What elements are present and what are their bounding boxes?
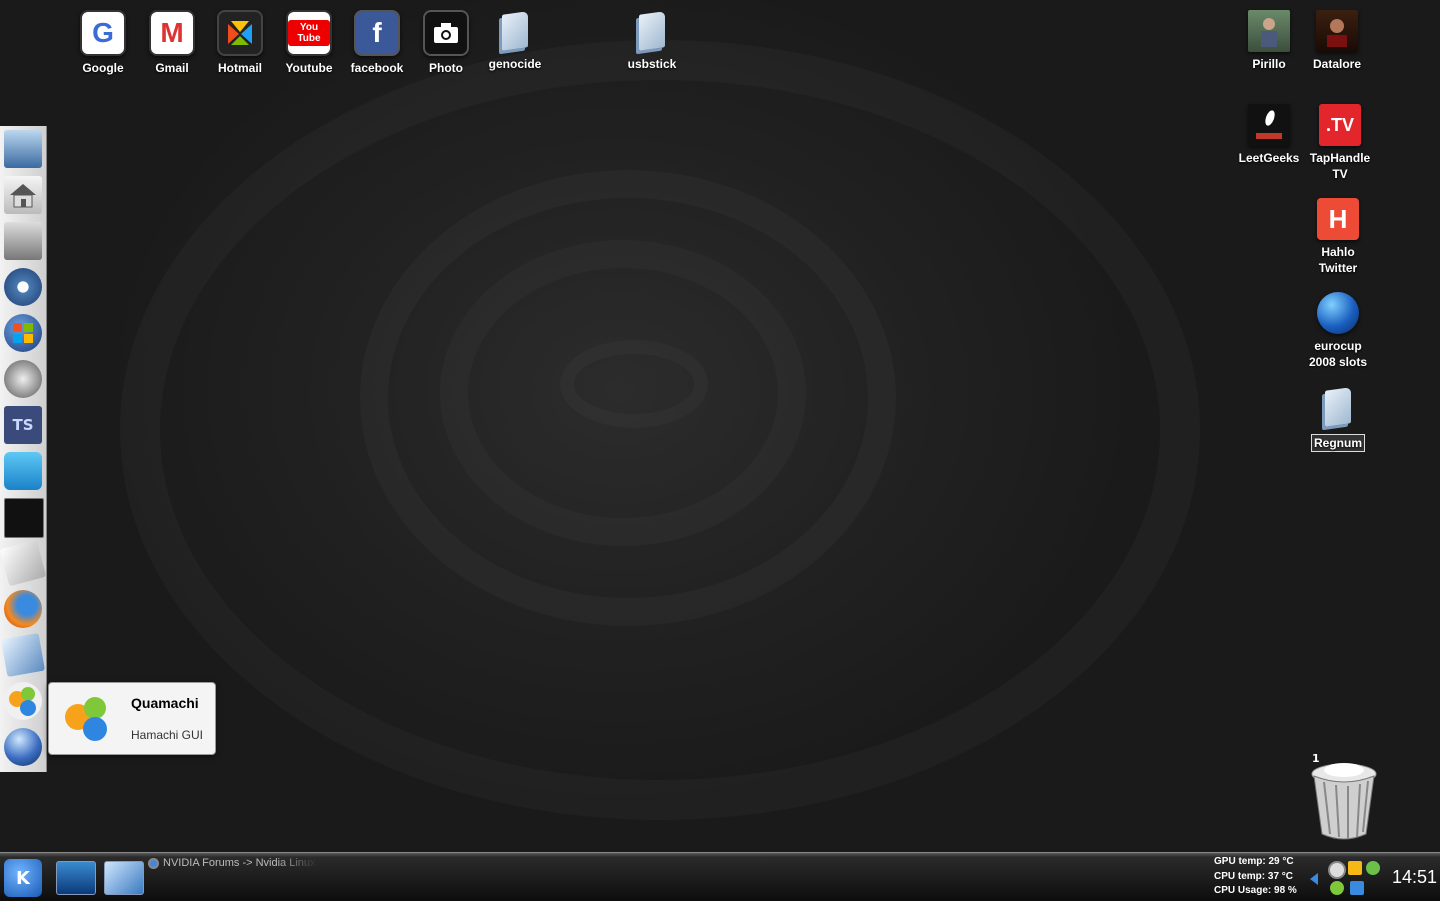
desktop-icon-hotmail[interactable]: Hotmail: [203, 10, 277, 76]
tooltip-title: Quamachi: [131, 695, 199, 711]
folder-icon: [631, 10, 673, 52]
person-photo-icon: [1316, 10, 1358, 52]
desktop-icon-pirillo[interactable]: Pirillo: [1232, 10, 1306, 72]
window-list-icon[interactable]: [104, 861, 144, 895]
desktop-icon-label: eurocup 2008 slots: [1308, 339, 1368, 369]
desktop-icon-label: TapHandle TV: [1309, 151, 1371, 181]
computer-icon[interactable]: [4, 130, 42, 168]
google-icon: G: [80, 10, 126, 56]
desktop-icon-label: Gmail: [155, 61, 189, 75]
desktop-icon-youtube[interactable]: You Tube Youtube: [272, 10, 346, 76]
gmail-icon: M: [149, 10, 195, 56]
kde-menu-button[interactable]: K: [4, 859, 42, 897]
teamspeak-icon[interactable]: TS: [4, 406, 42, 444]
tray-network-icon[interactable]: [1350, 881, 1364, 895]
desktop-icon-taphandle-tv[interactable]: .TV TapHandle TV: [1303, 104, 1377, 182]
windows-icon[interactable]: [4, 314, 42, 352]
desktop-icon-label: genocide: [488, 57, 542, 71]
twitter-client-icon[interactable]: [4, 452, 42, 490]
terminal-monitor-icon[interactable]: [4, 498, 44, 538]
desktop-icon-label: Photo: [429, 61, 463, 75]
desktop-icon-photo[interactable]: Photo: [409, 10, 483, 76]
tray-eye-icon[interactable]: [1328, 861, 1346, 879]
desktop-icon-datalore[interactable]: Datalore: [1300, 10, 1374, 72]
facebook-icon: f: [354, 10, 400, 56]
system-tray: [1310, 857, 1380, 899]
tray-user-icon[interactable]: [1366, 861, 1380, 875]
desktop-icon-label: Youtube: [285, 61, 333, 75]
hahlo-logo-icon: H: [1317, 198, 1359, 240]
dock-tooltip: Quamachi Hamachi GUI: [48, 682, 216, 755]
show-desktop-icon[interactable]: [56, 861, 96, 895]
desktop-icon-usbstick[interactable]: usbstick: [615, 10, 689, 72]
taskbar-window-title: NVIDIA Forums -> Nvidia Linux: [163, 857, 316, 869]
desktop-icon-genocide[interactable]: genocide: [478, 10, 552, 72]
desktop-icon-label: Datalore: [1312, 57, 1362, 71]
folder-icon: [494, 10, 536, 52]
app-launcher-dock: TS: [0, 126, 47, 772]
desktop-icon-google[interactable]: G Google: [66, 10, 140, 76]
system-monitor-icon[interactable]: [4, 268, 42, 306]
desktop-icon-label: Google: [82, 61, 124, 75]
folder-icon: [1317, 386, 1359, 428]
camera-icon: [423, 10, 469, 56]
trash-can[interactable]: 1: [1308, 752, 1380, 842]
tray-collapse-arrow-icon[interactable]: [1310, 873, 1318, 885]
globe-icon: [1317, 292, 1359, 334]
desktop-icon-gmail[interactable]: M Gmail: [135, 10, 209, 76]
sensor-readouts: GPU temp: 29 °C CPU temp: 37 °C CPU Usag…: [1214, 855, 1306, 899]
taskbar: K NVIDIA Forums -> Nvidia Linux GPU temp…: [0, 852, 1440, 901]
wallpaper: [0, 0, 1440, 900]
clock[interactable]: 14:51: [1392, 867, 1437, 888]
cpu-temp: CPU temp: 37 °C: [1214, 870, 1294, 882]
desktop-icon-facebook[interactable]: f facebook: [340, 10, 414, 76]
desktop-icon-regnum[interactable]: Regnum: [1301, 386, 1375, 452]
taskbar-window-nvidia-forums[interactable]: NVIDIA Forums -> Nvidia Linux: [148, 857, 318, 877]
tv-logo-icon: .TV: [1319, 104, 1361, 146]
desktop-icon-hahlo-twitter[interactable]: H Hahlo Twitter: [1301, 198, 1375, 276]
desktop-icon-label: Hotmail: [217, 61, 262, 75]
desktop-icon-leetgeeks[interactable]: LeetGeeks: [1232, 104, 1306, 166]
leetgeeks-logo-icon: [1248, 104, 1290, 146]
tooltip-subtitle: Hamachi GUI: [131, 728, 204, 742]
cpu-usage: CPU Usage: 98 %: [1214, 885, 1297, 896]
network-globe-icon[interactable]: [4, 728, 42, 766]
quamachi-icon[interactable]: [4, 682, 42, 720]
firefox-icon[interactable]: [4, 590, 42, 628]
tray-star-icon[interactable]: [1348, 861, 1362, 875]
person-photo-icon: [1248, 10, 1290, 52]
youtube-icon: You Tube: [286, 10, 332, 56]
gpu-temp: GPU temp: 29 °C: [1214, 856, 1294, 867]
image-viewer-icon[interactable]: [0, 632, 46, 678]
desktop-icon-label: facebook: [350, 61, 404, 75]
hard-drive-icon[interactable]: [4, 222, 42, 260]
trash-icon: [1311, 763, 1377, 840]
desktop-icon-eurocup-2008-slots[interactable]: eurocup 2008 slots: [1301, 292, 1375, 370]
desktop-icon-label: LeetGeeks: [1238, 151, 1300, 165]
tray-quamachi-icon[interactable]: [1330, 881, 1344, 895]
firefox-icon: [148, 857, 159, 869]
document-scroll-icon[interactable]: [0, 539, 47, 587]
desktop-icon-label: Regnum: [1311, 434, 1365, 452]
headset-chat-icon[interactable]: [4, 360, 42, 398]
desktop-icon-label: usbstick: [627, 57, 677, 71]
quamachi-icon: [65, 697, 107, 741]
desktop-icon-label: Hahlo Twitter: [1318, 245, 1358, 275]
youtube-logo-text: You Tube: [288, 20, 330, 46]
home-folder-icon[interactable]: [4, 176, 42, 214]
desktop-icon-label: Pirillo: [1252, 57, 1286, 71]
windows-live-icon: [217, 10, 263, 56]
